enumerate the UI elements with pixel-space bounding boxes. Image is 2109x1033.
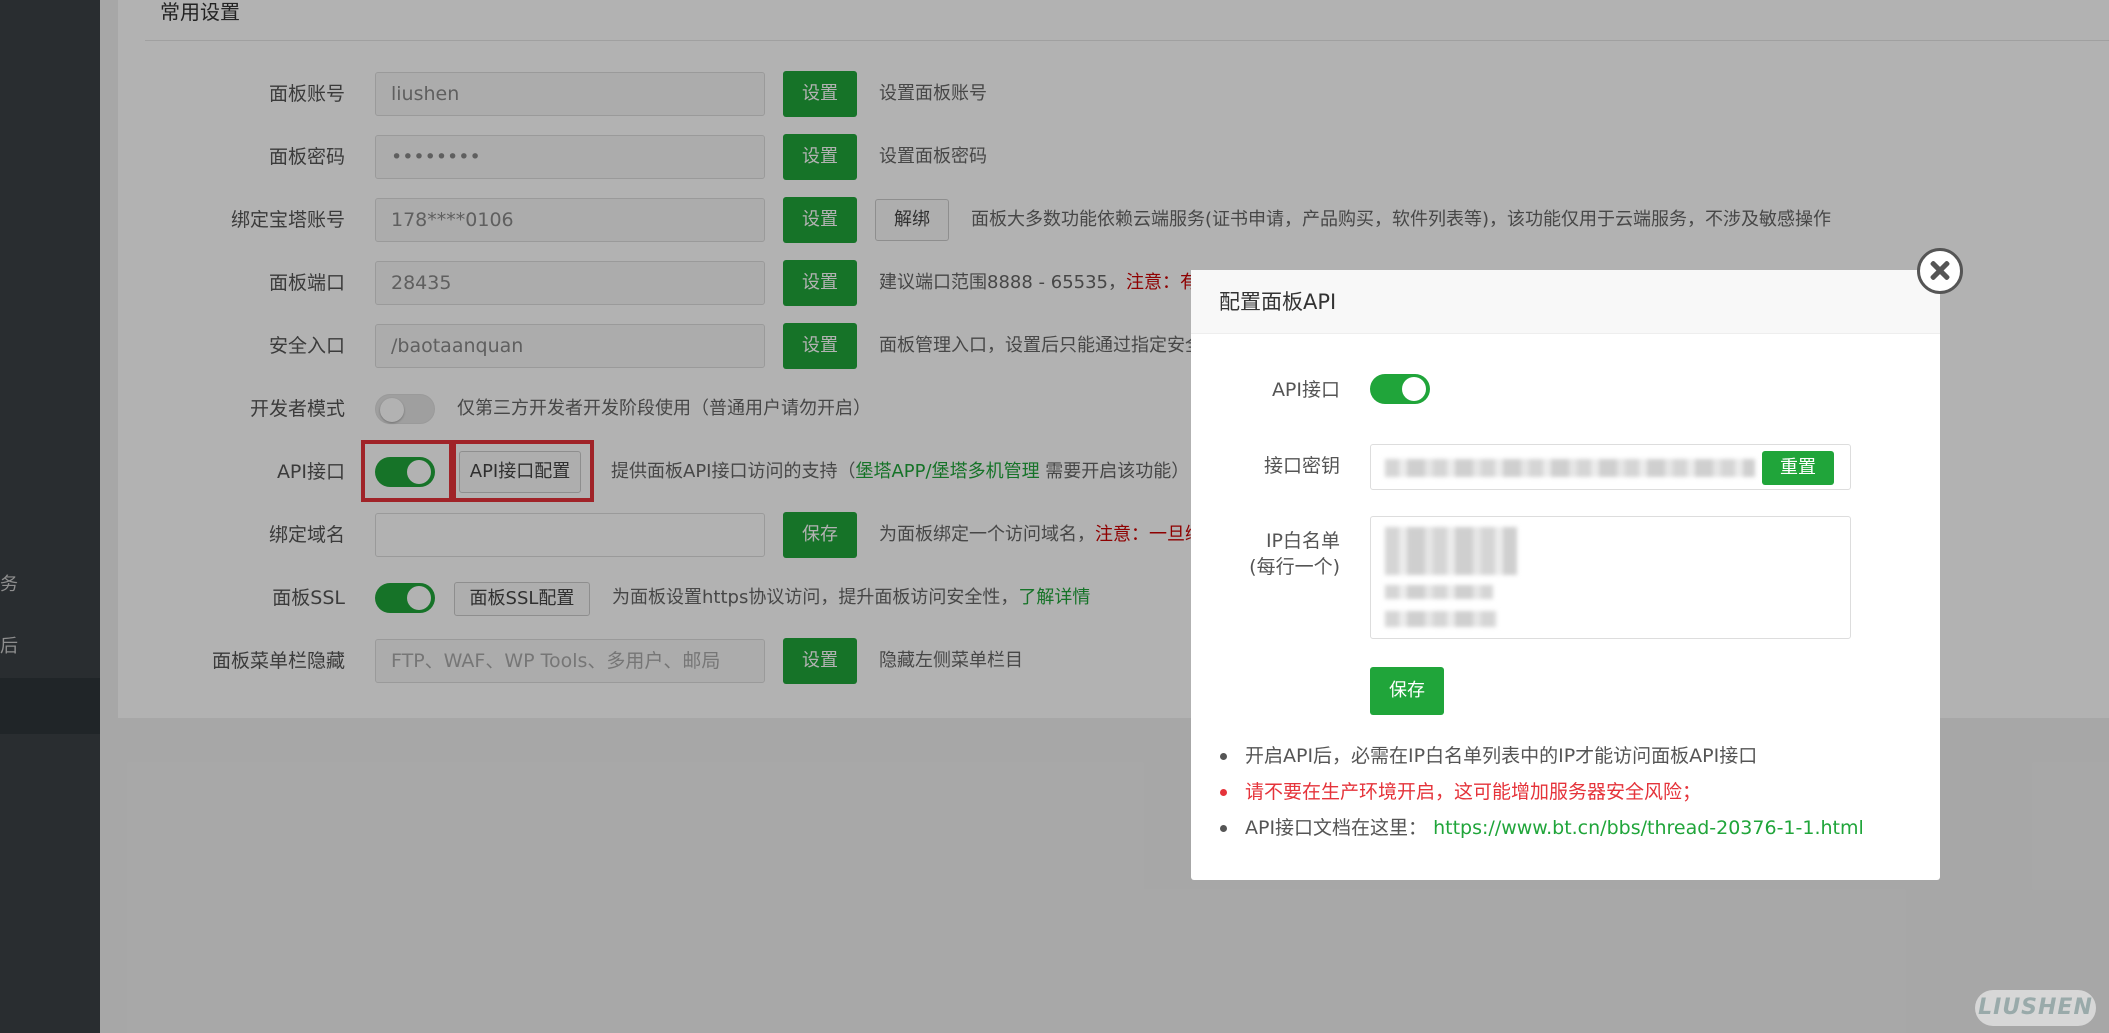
dialog-api-label: API接口 <box>1271 379 1340 401</box>
note-item: API接口文档在这里： https://www.bt.cn/bbs/thread… <box>1218 810 1864 846</box>
close-icon[interactable] <box>1917 248 1963 294</box>
note-item: 开启API后，必需在IP白名单列表中的IP才能访问面板API接口 <box>1218 738 1864 774</box>
dialog-api-toggle[interactable] <box>1370 374 1430 404</box>
ip-whitelist-textarea[interactable] <box>1370 516 1851 639</box>
redacted-key <box>1385 459 1755 477</box>
toggle-knob <box>1402 377 1426 401</box>
note-item-warning: 请不要在生产环境开启，这可能增加服务器安全风险； <box>1218 774 1864 810</box>
ip-whitelist-label: IP白名单 <box>1265 530 1340 552</box>
redacted-ip <box>1385 527 1517 575</box>
redacted-ip <box>1385 585 1493 599</box>
api-key-field[interactable]: 重置 <box>1370 444 1851 490</box>
key-label: 接口密钥 <box>1263 455 1340 477</box>
dialog-save-button[interactable]: 保存 <box>1370 667 1444 715</box>
watermark-logo: LIUSHEN <box>1975 990 2096 1026</box>
ip-whitelist-hint: (每行一个) <box>1249 556 1340 578</box>
dialog-notes: 开启API后，必需在IP白名单列表中的IP才能访问面板API接口 请不要在生产环… <box>1218 738 1864 846</box>
reset-key-button[interactable]: 重置 <box>1762 451 1834 485</box>
redacted-ip <box>1385 611 1497 627</box>
api-doc-link[interactable]: https://www.bt.cn/bbs/thread-20376-1-1.h… <box>1433 817 1864 839</box>
dialog-title: 配置面板API <box>1191 270 1940 334</box>
